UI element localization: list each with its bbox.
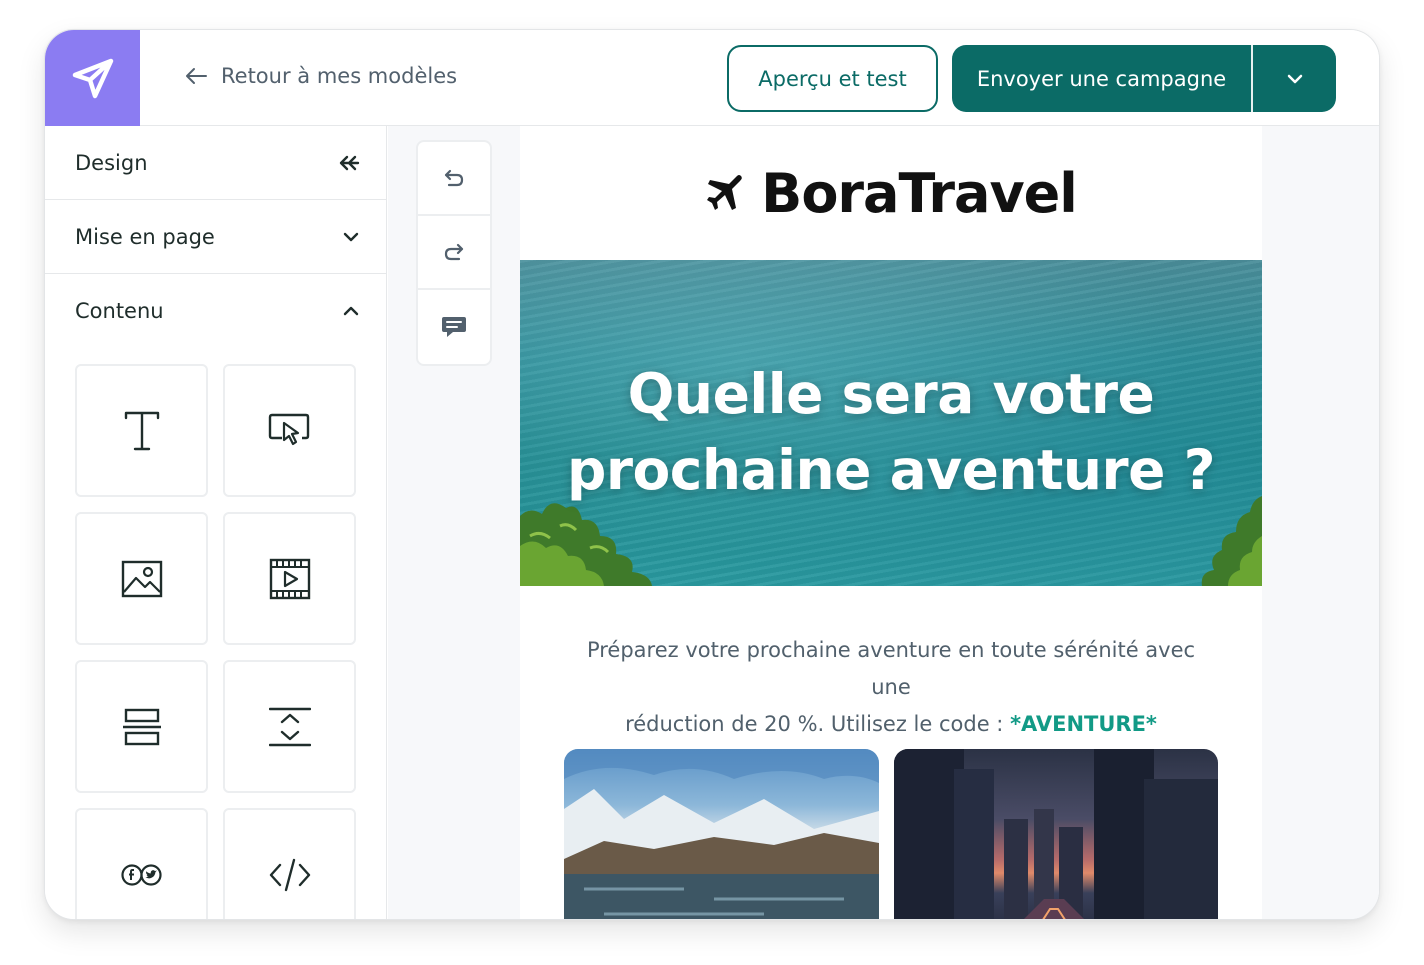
chevron-down-icon	[343, 232, 359, 241]
section-content-label: Contenu	[75, 299, 164, 323]
chevron-down-icon	[1287, 74, 1302, 83]
back-link-label: Retour à mes modèles	[221, 64, 458, 88]
comments-button[interactable]	[418, 290, 490, 364]
redo-button[interactable]	[418, 216, 490, 290]
hero-title-line-1: Quelle sera votre	[627, 362, 1155, 426]
promo-code: *AVENTURE*	[1010, 712, 1157, 736]
hero-title-line-2: prochaine aventure ?	[567, 438, 1215, 502]
arrow-left-icon	[186, 68, 207, 84]
city-skyline-card-image[interactable]	[894, 749, 1218, 919]
city-skyline-illustration	[894, 749, 1218, 919]
send-button-label: Envoyer une campagne	[976, 66, 1227, 91]
intro-line-1: Préparez votre prochaine aventure en tou…	[586, 638, 1196, 699]
double-chevron-left-icon[interactable]	[336, 154, 360, 172]
button-block[interactable]	[223, 364, 356, 497]
history-toolbar	[416, 140, 492, 366]
social-block-icon	[120, 863, 162, 886]
send-campaign-split-button: Envoyer une campagne	[952, 45, 1336, 112]
preview-and-test-button[interactable]: Aperçu et test	[727, 45, 938, 112]
redo-icon	[444, 243, 464, 261]
video-block[interactable]	[223, 512, 356, 645]
send-options-dropdown-button[interactable]	[1253, 45, 1336, 112]
spacer-block-icon	[268, 707, 311, 746]
mountain-lake-illustration	[564, 749, 879, 919]
intro-paragraph[interactable]: Préparez votre prochaine aventure en tou…	[520, 586, 1262, 743]
image-block[interactable]	[75, 512, 208, 645]
video-block-icon	[269, 558, 310, 599]
email-header[interactable]: BoraTravel	[520, 126, 1262, 260]
brand-name: BoraTravel	[761, 161, 1078, 225]
code-block[interactable]	[223, 808, 356, 919]
airplane-icon	[707, 175, 742, 210]
divider-block[interactable]	[75, 660, 208, 793]
comment-icon	[442, 317, 466, 337]
back-to-templates-link[interactable]: Retour à mes modèles	[185, 64, 457, 88]
intro-line-2: réduction de 20 %. Utilisez le code : *A…	[570, 706, 1212, 743]
app-window: Retour à mes modèles Aperçu et test Envo…	[44, 29, 1380, 920]
send-campaign-button[interactable]: Envoyer une campagne	[952, 45, 1253, 112]
section-content[interactable]: Contenu	[45, 274, 386, 348]
section-layout-label: Mise en page	[75, 224, 215, 249]
intro-line-2-text: réduction de 20 %. Utilisez le code :	[625, 712, 1004, 736]
section-design-label: Design	[75, 150, 148, 175]
email-preview: BoraTravel Quelle sera votre prochaine a…	[520, 126, 1262, 919]
top-bar: Retour à mes modèles Aperçu et test Envo…	[45, 30, 1379, 126]
text-block-icon	[124, 411, 159, 450]
undo-icon	[444, 169, 464, 187]
spacer-block[interactable]	[223, 660, 356, 793]
code-block-icon	[269, 858, 310, 891]
social-block[interactable]	[75, 808, 208, 919]
editor-canvas: BoraTravel Quelle sera votre prochaine a…	[388, 126, 1379, 919]
destination-cards	[564, 749, 1218, 919]
image-block-icon	[121, 560, 162, 597]
undo-button[interactable]	[418, 142, 490, 216]
paper-plane-icon	[72, 58, 113, 99]
hero-title: Quelle sera votre prochaine aventure ?	[520, 356, 1262, 508]
section-layout[interactable]: Mise en page	[45, 200, 386, 274]
mountain-lake-card-image[interactable]	[564, 749, 879, 919]
chevron-up-icon	[343, 306, 359, 316]
text-block[interactable]	[75, 364, 208, 497]
editor-sidebar: Design Mise en page Contenu	[45, 126, 387, 919]
preview-button-label: Aperçu et test	[758, 66, 907, 91]
foliage-right-illustration	[1201, 496, 1262, 586]
divider-block-icon	[122, 708, 161, 745]
section-design[interactable]: Design	[45, 126, 386, 200]
app-logo[interactable]	[45, 30, 140, 126]
hero-image[interactable]: Quelle sera votre prochaine aventure ?	[520, 260, 1262, 586]
button-block-icon	[268, 413, 309, 445]
